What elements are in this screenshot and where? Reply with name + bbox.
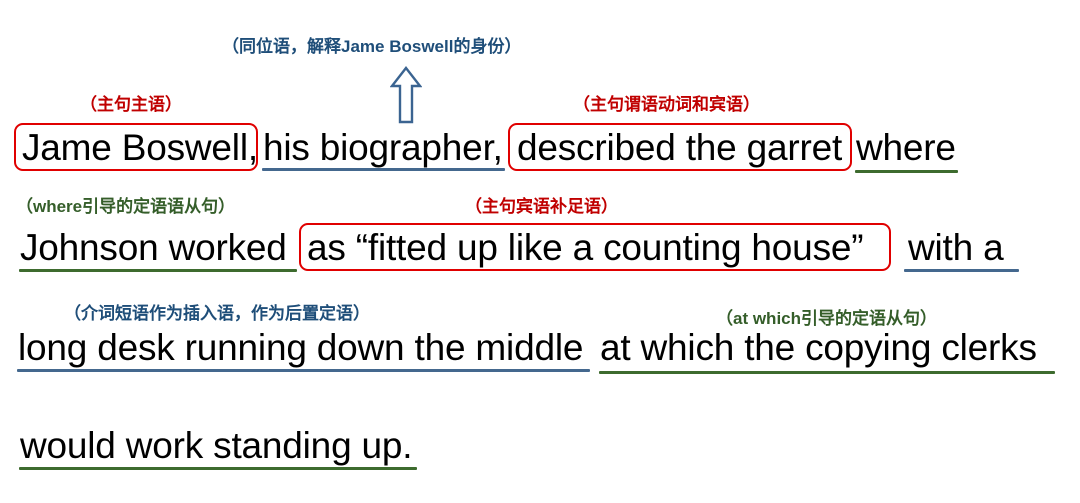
sentence-segment-at-which: at which the copying clerks (600, 327, 1037, 368)
green-underline-at-which (599, 371, 1055, 374)
annotation-prep-phrase-label: （介词短语作为插入语，作为后置定语） (64, 304, 370, 323)
sentence-segment-appositive: his biographer, (263, 127, 503, 168)
green-underline-would-work (19, 467, 417, 470)
sentence-segment-johnson-worked: Johnson worked (20, 227, 287, 268)
sentence-segment-predicate: described the garret (517, 127, 843, 168)
annotation-main-subject-label: （主句主语） (80, 95, 182, 114)
blue-underline-appositive (262, 168, 505, 171)
sentence-segment-subject: Jame Boswell, (22, 127, 258, 168)
annotation-main-predicate-label: （主句谓语动词和宾语） (573, 95, 760, 114)
sentence-segment-where: where (856, 127, 956, 168)
sentence-segment-with-a: with a (908, 227, 1004, 268)
blue-underline-with-a (904, 269, 1019, 272)
annotation-at-which-clause-label: （at which引导的定语从句） (716, 309, 938, 328)
green-underline-johnson-worked (19, 269, 297, 272)
annotation-appositive-label: （同位语，解释Jame Boswell的身份） (222, 37, 522, 56)
sentence-segment-would-work: would work standing up. (20, 425, 413, 466)
up-arrow-icon (389, 66, 423, 129)
green-underline-where (855, 170, 958, 173)
sentence-segment-object-complement: as “fitted up like a counting house” (307, 227, 864, 268)
annotated-sentence-canvas: （同位语，解释Jame Boswell的身份） （主句主语） （主句谓语动词和宾… (0, 0, 1080, 503)
blue-underline-long-desk (17, 369, 590, 372)
sentence-segment-long-desk: long desk running down the middle (18, 327, 584, 368)
annotation-where-clause-label: （where引导的定语语从句） (16, 197, 236, 216)
annotation-object-complement-label: （主句宾语补足语） (465, 197, 618, 216)
